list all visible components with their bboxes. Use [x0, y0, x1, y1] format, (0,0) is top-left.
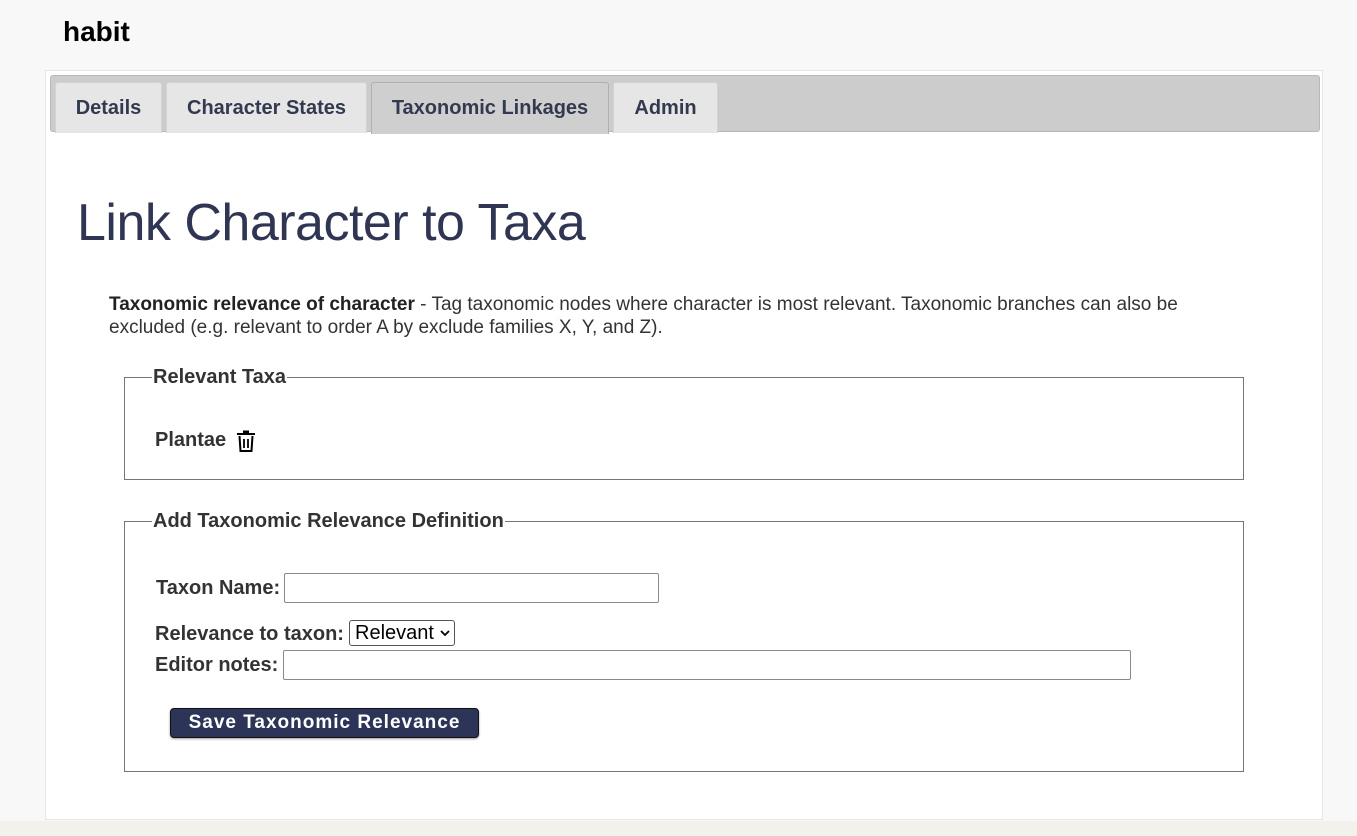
relevance-select[interactable]: Relevant	[349, 620, 455, 646]
tab-details[interactable]: Details	[55, 82, 162, 133]
content-panel: Details Character States Taxonomic Linka…	[45, 70, 1323, 820]
editor-notes-label: Editor notes:	[155, 654, 279, 676]
relevant-taxa-fieldset: Relevant Taxa Plantae	[124, 366, 1244, 480]
page-title: habit	[63, 16, 130, 47]
taxon-name-input[interactable]	[284, 573, 659, 603]
page-footer-strip	[0, 821, 1357, 836]
section-heading: Link Character to Taxa	[77, 194, 586, 252]
save-relevance-button[interactable]: Save Taxonomic Relevance	[170, 708, 479, 738]
editor-notes-input[interactable]	[283, 650, 1131, 680]
add-relevance-fieldset: Add Taxonomic Relevance Definition Taxon…	[124, 510, 1244, 772]
taxon-name: Plantae	[155, 429, 227, 451]
description: Taxonomic relevance of character - Tag t…	[109, 293, 1259, 339]
tab-taxonomic-linkages[interactable]: Taxonomic Linkages	[371, 82, 609, 134]
taxon-name-label: Taxon Name:	[156, 577, 281, 599]
tab-admin[interactable]: Admin	[613, 82, 718, 133]
relevant-taxon-item: Plantae	[155, 429, 256, 452]
description-bold: Taxonomic relevance of character	[109, 294, 415, 315]
tab-bar: Details Character States Taxonomic Linka…	[50, 75, 1320, 134]
relevant-taxa-legend: Relevant Taxa	[153, 366, 287, 388]
relevance-selected-value: Relevant	[355, 621, 434, 644]
add-relevance-legend: Add Taxonomic Relevance Definition	[153, 510, 504, 532]
relevance-label: Relevance to taxon:	[155, 623, 344, 645]
trash-icon[interactable]	[236, 430, 256, 452]
chevron-down-icon	[440, 630, 450, 637]
tab-character-states[interactable]: Character States	[166, 82, 367, 133]
